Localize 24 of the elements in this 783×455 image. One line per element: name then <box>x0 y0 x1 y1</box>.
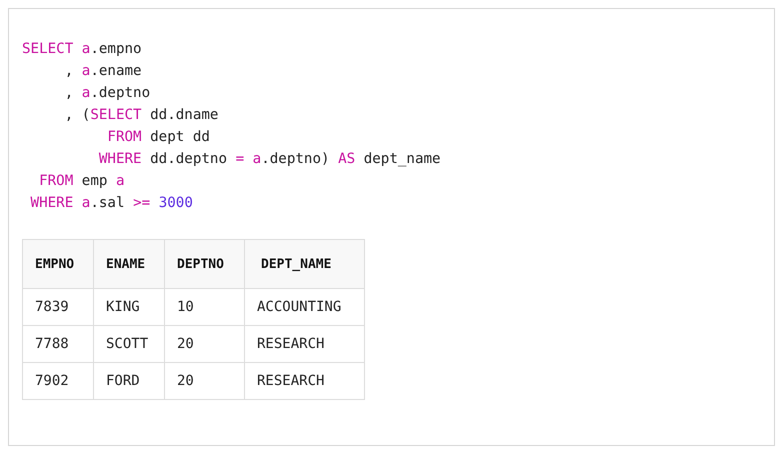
table-cell: 7788 <box>22 326 94 362</box>
code-line: WHERE a.sal >= 3000 <box>30 194 193 213</box>
table-cell: 7839 <box>22 288 94 326</box>
code-line: SELECT a.empno <box>22 40 142 59</box>
code-line: FROM emp a <box>38 172 125 191</box>
table-cell: 10 <box>164 288 244 326</box>
column-header: EMPNO <box>22 240 94 288</box>
table-cell: 20 <box>164 362 244 400</box>
table-cell: KING <box>94 288 164 326</box>
table-cell: ACCOUNTING <box>244 288 364 326</box>
code-line: FROM dept dd <box>106 128 210 147</box>
code-line: WHERE dd.deptno = a.deptno) AS dept_name <box>98 150 441 169</box>
table-cell: RESEARCH <box>244 326 364 362</box>
column-header: DEPT_NAME <box>244 240 364 288</box>
code-line: , a.ename <box>64 62 142 81</box>
column-header: DEPTNO <box>164 240 244 288</box>
column-header: ENAME <box>94 240 164 288</box>
code-line: , a.deptno <box>64 84 150 103</box>
table-cell: RESEARCH <box>244 362 364 400</box>
table-cell: 7902 <box>22 362 94 400</box>
code-line: , (SELECT dd.dname <box>64 106 218 125</box>
table-cell: 20 <box>164 326 244 362</box>
table-cell: FORD <box>94 362 164 400</box>
table-cell: SCOTT <box>94 326 164 362</box>
